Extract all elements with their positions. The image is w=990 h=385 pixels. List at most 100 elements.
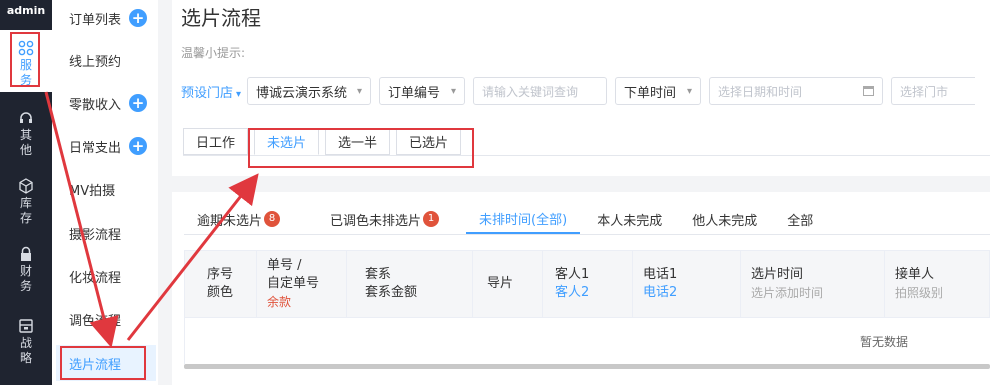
highlight-box — [10, 32, 40, 87]
submenu-item-label: 化妆流程 — [69, 270, 122, 286]
submenu-item-order-list[interactable]: 订单列表 + — [52, 0, 158, 36]
submenu-item-label: 调色流程 — [69, 313, 122, 329]
tab-mine-unfinished[interactable]: 本人未完成 — [584, 204, 675, 234]
col-phone: 电话1 电话2 — [633, 251, 741, 317]
section-separator — [172, 176, 990, 192]
order-field-value: 订单编号 — [388, 85, 441, 101]
user-name[interactable]: admin — [0, 4, 52, 17]
col-package: 套系 套系金额 — [347, 251, 473, 317]
page-title: 选片流程 — [181, 6, 261, 30]
store-select[interactable]: 选择门市 — [891, 77, 976, 105]
filter-bar: 预设门店 ▾ 博诚云演示系统 ▾ 订单编号 ▾ 请输入关键词查询 下单时间 ▾ 选择日期… — [181, 76, 976, 106]
chevron-down-icon: ▾ — [357, 85, 363, 97]
header-text: 序号 — [207, 267, 234, 282]
rail-item-finance[interactable]: 财务 — [0, 246, 52, 294]
header-text: 选片时间 — [751, 267, 804, 282]
tab-all[interactable]: 全部 — [774, 204, 826, 234]
tab-label: 已调色未排选片 — [330, 213, 422, 229]
folder-icon — [19, 319, 33, 333]
header-text: 单号 / — [267, 258, 302, 273]
system-select-value: 博诚云演示系统 — [256, 85, 348, 101]
tab-label: 逾期未选片 — [197, 213, 263, 229]
rail-item-service[interactable]: 服务 — [0, 30, 52, 92]
tab-unscheduled[interactable]: 未排时间(全部) — [466, 204, 581, 234]
col-import: 导片 — [473, 251, 543, 317]
rail-item-stock[interactable]: 库存 — [0, 178, 52, 226]
side-rail: admin 服务 其他 库存 财务 战略 — [0, 0, 52, 385]
keyword-placeholder: 请输入关键词查询 — [482, 84, 579, 99]
tab-others-unfinished[interactable]: 他人未完成 — [679, 204, 770, 234]
table-header: 序号 颜色 单号 / 自定单号 余款 套系 套系金额 导片 客人1 客人2 电话… — [184, 250, 990, 318]
submenu-item-color-flow[interactable]: 调色流程 — [52, 301, 158, 337]
order-field-select[interactable]: 订单编号 ▾ — [379, 77, 466, 105]
header-text: 客人1 — [555, 267, 590, 282]
date-placeholder: 选择日期和时间 — [718, 84, 803, 99]
count-badge: 8 — [264, 211, 281, 227]
submenu-item-label: 零散收入 — [69, 97, 122, 113]
headset-icon — [20, 112, 32, 123]
submenu-item-label: MV拍摄 — [69, 183, 116, 199]
chevron-down-icon: ▾ — [451, 85, 457, 97]
rail-item-strategy[interactable]: 战略 — [0, 318, 52, 366]
rail-item-label: 其他 — [19, 128, 32, 157]
submenu-item-mv-shoot[interactable]: MV拍摄 — [52, 171, 158, 207]
add-icon[interactable]: + — [129, 137, 147, 155]
submenu-item-online-booking[interactable]: 线上预约 — [52, 42, 158, 78]
chevron-down-icon: ▾ — [687, 85, 693, 97]
rail-item-label: 财务 — [19, 264, 32, 293]
submenu-item-daily-expense[interactable]: 日常支出 + — [52, 128, 158, 164]
status-tabs: 逾期未选片 8 已调色未排选片 1 未排时间(全部) 本人未完成 他人未完成 全部 — [184, 204, 826, 234]
header-text: 选片添加时间 — [751, 286, 824, 300]
header-text: 套系金额 — [365, 285, 418, 300]
submenu-item-label: 摄影流程 — [69, 227, 122, 243]
rail-item-label: 战略 — [19, 336, 32, 365]
add-icon[interactable]: + — [129, 9, 147, 27]
keyword-input[interactable]: 请输入关键词查询 — [473, 77, 608, 105]
col-order-no: 单号 / 自定单号 余款 — [257, 251, 347, 317]
store-dropdown-label: 预设门店 — [181, 85, 234, 101]
header-text: 接单人 — [895, 267, 935, 282]
store-dropdown[interactable]: 预设门店 ▾ — [181, 82, 241, 101]
divider — [158, 0, 172, 385]
submenu-item-label: 订单列表 — [69, 12, 122, 28]
chevron-down-icon: ▾ — [236, 88, 242, 100]
highlight-box — [60, 346, 146, 380]
time-field-value: 下单时间 — [624, 85, 677, 101]
rail-item-other[interactable]: 其他 — [0, 110, 52, 158]
submenu-item-select-flow[interactable]: 选片流程 — [56, 345, 156, 381]
header-text: 导片 — [487, 276, 514, 291]
header-text: 电话1 — [643, 267, 678, 282]
horizontal-scrollbar[interactable] — [184, 364, 990, 369]
calendar-icon — [863, 86, 875, 96]
tab-daily-work[interactable]: 日工作 — [183, 128, 249, 155]
date-picker[interactable]: 选择日期和时间 — [709, 77, 884, 105]
add-icon[interactable]: + — [129, 94, 147, 112]
header-text: 拍照级别 — [895, 286, 944, 300]
header-text: 套系 — [365, 267, 392, 282]
hint-text: 温馨小提示: — [181, 46, 246, 60]
col-select-time: 选片时间 选片添加时间 — [741, 251, 885, 317]
header-text: 颜色 — [207, 285, 234, 300]
submenu-item-makeup-flow[interactable]: 化妆流程 — [52, 258, 158, 294]
tab-color-done[interactable]: 已调色未排选片 1 — [317, 204, 452, 234]
submenu-item-label: 线上预约 — [69, 54, 122, 70]
header-text: 电话2 — [643, 285, 678, 300]
time-field-select[interactable]: 下单时间 ▾ — [615, 77, 702, 105]
header-text: 客人2 — [555, 285, 590, 300]
highlight-box — [248, 128, 474, 168]
rail-item-label: 库存 — [19, 196, 32, 225]
count-badge: 1 — [423, 211, 440, 227]
empty-text: 暂无数据 — [860, 335, 909, 349]
submenu-item-photo-flow[interactable]: 摄影流程 — [52, 215, 158, 251]
tab-overdue[interactable]: 逾期未选片 8 — [184, 204, 293, 234]
submenu-item-label: 日常支出 — [69, 140, 122, 156]
divider — [184, 234, 990, 235]
col-index: 序号 颜色 — [185, 251, 257, 317]
header-text: 自定单号 — [267, 276, 320, 291]
system-select[interactable]: 博诚云演示系统 ▾ — [247, 77, 372, 105]
header-text: 余款 — [267, 295, 292, 309]
col-guest: 客人1 客人2 — [543, 251, 633, 317]
cube-icon — [19, 178, 33, 194]
sub-menu: 订单列表 + 线上预约 零散收入 + 日常支出 + MV拍摄 摄影流程 化妆流程… — [52, 0, 158, 385]
submenu-item-misc-income[interactable]: 零散收入 + — [52, 85, 158, 121]
